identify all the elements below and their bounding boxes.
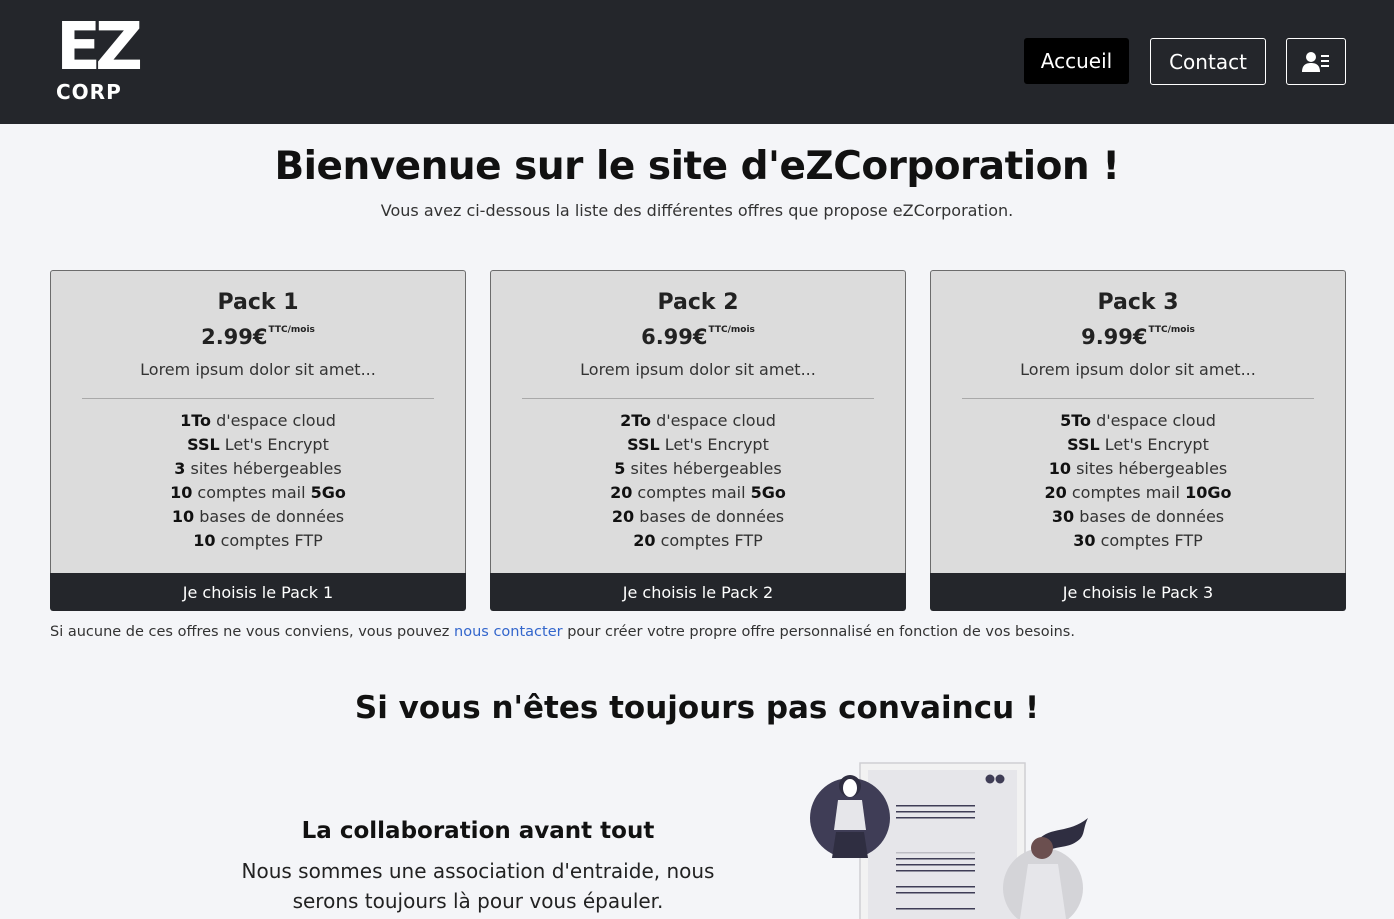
page-subtitle: Vous avez ci-dessous la liste des différ… [380, 201, 1014, 220]
note-text: pour créer votre propre offre personnali… [562, 624, 1075, 640]
feature-list: 5To d'espace cloud SSL Let's Encrypt 10 … [931, 409, 1345, 553]
choose-pack-2-button[interactable]: Je choisis le Pack 2 [490, 573, 906, 611]
feature-item: 10 bases de données [171, 507, 345, 526]
logo-wordmark: CORP [56, 80, 122, 104]
choose-pack-3-button[interactable]: Je choisis le Pack 3 [930, 573, 1346, 611]
pack-title: Pack 2 [657, 290, 739, 315]
pack-card-1: Pack 1 2.99€TTC/mois Lorem ipsum dolor s… [50, 270, 466, 611]
feature-item: 5To d'espace cloud [1060, 411, 1216, 430]
pack-card-body: Pack 1 2.99€TTC/mois Lorem ipsum dolor s… [50, 270, 466, 574]
pack-price: 2.99€TTC/mois [51, 325, 465, 349]
pack-description: Lorem ipsum dolor sit amet... [140, 360, 376, 379]
user-list-icon [1302, 51, 1329, 72]
feature-list: 2To d'espace cloud SSL Let's Encrypt 5 s… [491, 409, 905, 553]
divider [522, 398, 874, 399]
price-value: 9.99€ [1081, 325, 1148, 349]
collab-title: La collaboration avant tout [301, 818, 655, 844]
pack-card-2: Pack 2 6.99€TTC/mois Lorem ipsum dolor s… [490, 270, 906, 611]
pack-card-body: Pack 2 6.99€TTC/mois Lorem ipsum dolor s… [490, 270, 906, 574]
feature-item: 10 comptes FTP [193, 531, 323, 550]
pack-title: Pack 3 [1097, 290, 1179, 315]
feature-item: 30 comptes FTP [1073, 531, 1203, 550]
feature-item: 5 sites hébergeables [614, 459, 782, 478]
feature-item: 20 comptes mail 10Go [1044, 483, 1232, 502]
divider [962, 398, 1314, 399]
pack-card-body: Pack 3 9.99€TTC/mois Lorem ipsum dolor s… [930, 270, 1346, 574]
collaboration-illustration [810, 762, 1088, 919]
contact-link[interactable]: nous contacter [454, 624, 563, 640]
feature-item: 20 comptes FTP [633, 531, 763, 550]
nav-account-button[interactable] [1286, 38, 1346, 85]
page-title: Bienvenue sur le site d'eZCorporation ! [274, 144, 1120, 189]
pack-price: 9.99€TTC/mois [931, 325, 1345, 349]
feature-item: 10 sites hébergeables [1048, 459, 1228, 478]
pack-card-3: Pack 3 9.99€TTC/mois Lorem ipsum dolor s… [930, 270, 1346, 611]
choose-pack-1-button[interactable]: Je choisis le Pack 1 [50, 573, 466, 611]
pack-title: Pack 1 [217, 290, 299, 315]
ezcorp-logo[interactable]: EZ CORP [56, 8, 146, 106]
price-value: 6.99€ [641, 325, 708, 349]
price-value: 2.99€ [201, 325, 268, 349]
feature-item: SSL Let's Encrypt [1067, 435, 1209, 454]
pack-description: Lorem ipsum dolor sit amet... [1020, 360, 1256, 379]
feature-item: 30 bases de données [1051, 507, 1225, 526]
section-title: Si vous n'êtes toujours pas convaincu ! [354, 690, 1040, 726]
pack-price: 6.99€TTC/mois [491, 325, 905, 349]
feature-list: 1To d'espace cloud SSL Let's Encrypt 3 s… [51, 409, 465, 553]
price-unit: TTC/mois [268, 325, 315, 335]
feature-item: 1To d'espace cloud [180, 411, 336, 430]
divider [82, 398, 434, 399]
pack-description: Lorem ipsum dolor sit amet... [580, 360, 816, 379]
price-unit: TTC/mois [708, 325, 755, 335]
nav-home-button[interactable]: Accueil [1024, 38, 1129, 84]
logo-mark: EZ [56, 8, 143, 85]
feature-item: 3 sites hébergeables [174, 459, 342, 478]
nav-contact-button[interactable]: Contact [1150, 38, 1266, 85]
feature-item: SSL Let's Encrypt [627, 435, 769, 454]
price-unit: TTC/mois [1148, 325, 1195, 335]
feature-item: 20 comptes mail 5Go [610, 483, 786, 502]
top-navbar: EZ CORP Accueil Contact [0, 0, 1394, 124]
custom-offer-note: Si aucune de ces offres ne vous conviens… [50, 624, 1075, 640]
feature-item: SSL Let's Encrypt [187, 435, 329, 454]
feature-item: 20 bases de données [611, 507, 785, 526]
note-text: Si aucune de ces offres ne vous conviens… [50, 624, 455, 640]
feature-item: 10 comptes mail 5Go [170, 483, 346, 502]
collab-text: Nous sommes une association d'entraide, … [241, 859, 715, 913]
feature-item: 2To d'espace cloud [620, 411, 776, 430]
